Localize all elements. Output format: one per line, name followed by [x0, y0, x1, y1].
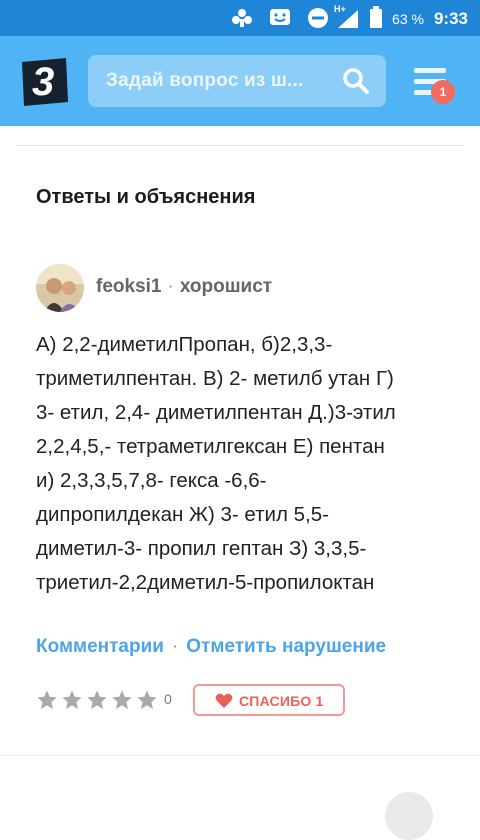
- search-placeholder: Задай вопрос из ш...: [106, 70, 304, 91]
- notification-badge: 1: [431, 80, 455, 104]
- answer-line: 2,2,4,5,- тетраметилгексан Е) пентан: [36, 435, 385, 458]
- status-icons-left: [230, 6, 330, 30]
- answer-line: триметилпентан. В) 2- метилб утан Г): [36, 367, 394, 390]
- user-name[interactable]: feoksi1: [96, 276, 161, 297]
- star-icon[interactable]: [111, 689, 133, 711]
- report-link[interactable]: Отметить нарушение: [186, 636, 386, 657]
- znanija-logo[interactable]: 3: [18, 56, 70, 108]
- menu-icon: [414, 68, 446, 73]
- star-icon[interactable]: [86, 689, 108, 711]
- battery-icon: [370, 6, 383, 31]
- status-icons-right: H+ 63 % 9:33: [334, 4, 468, 31]
- answer-line: 3- етил, 2,4- диметилпентан Д.)3-этил: [36, 401, 396, 424]
- next-avatar-partial: [385, 792, 433, 840]
- do-not-disturb-icon: [306, 6, 330, 30]
- answer-line: А) 2,2-диметилПропан, б)2,3,3-: [36, 333, 333, 356]
- app-header: 3 Задай вопрос из ш... 1: [0, 36, 480, 126]
- signal-icon: H+: [334, 4, 360, 30]
- section-title: Ответы и объяснения: [36, 186, 256, 208]
- answer-line: диметил-3- пропил гептан З) 3,3,5-: [36, 537, 367, 560]
- avatar[interactable]: [36, 264, 84, 312]
- star-icon[interactable]: [61, 689, 83, 711]
- battery-percent: 63 %: [392, 10, 424, 27]
- divider: [0, 755, 480, 756]
- answer-links: Комментарии · Отметить нарушение: [36, 636, 386, 658]
- rating-count: 0: [164, 691, 172, 707]
- comments-link[interactable]: Комментарии: [36, 636, 164, 657]
- user-rank: хорошист: [179, 276, 273, 297]
- heart-icon: [215, 693, 233, 708]
- message-icon: [268, 6, 292, 30]
- thanks-button[interactable]: СПАСИБО 1: [193, 684, 345, 716]
- separator: ·: [167, 276, 174, 297]
- app-notification-icon: [230, 6, 254, 30]
- answer-author: feoksi1 · хорошист: [96, 276, 272, 298]
- rating-stars: [36, 689, 158, 711]
- answer-line: и) 2,3,3,5,7,8- гекса -6,6-: [36, 469, 267, 492]
- answer-text: А) 2,2-диметилПропан, б)2,3,3- триметилп…: [36, 328, 472, 600]
- answer-line: триетил-2,2диметил-5-пропилоктан: [36, 571, 375, 594]
- star-icon[interactable]: [36, 689, 58, 711]
- thanks-label: СПАСИБО 1: [239, 693, 324, 709]
- divider: [16, 145, 464, 146]
- status-bar: H+ 63 % 9:33: [0, 0, 480, 36]
- clock: 9:33: [433, 8, 468, 28]
- search-input[interactable]: Задай вопрос из ш...: [88, 55, 386, 107]
- search-icon[interactable]: [342, 67, 370, 95]
- star-icon[interactable]: [136, 689, 158, 711]
- answer-line: дипропилдекан Ж) 3- етил 5,5-: [36, 503, 329, 526]
- separator: ·: [171, 636, 179, 657]
